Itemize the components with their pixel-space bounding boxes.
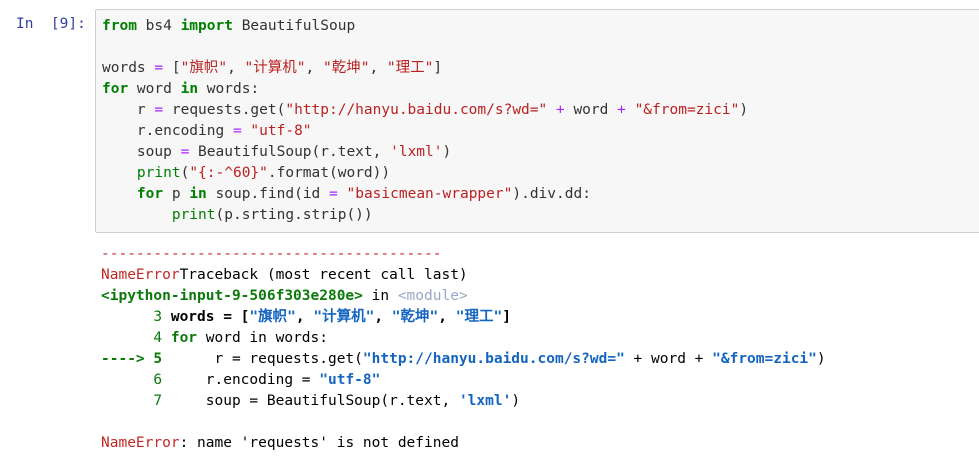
traceback-line-7: 7 soup = BeautifulSoup(r.text, 'lxml') [101, 393, 521, 409]
traceback-line-6: 6 r.encoding = "utf-8" [101, 372, 381, 388]
traceback-line-5-arrow: ----> 5 r = requests.get("http://hanyu.b… [101, 351, 826, 367]
traceback-separator: --------------------------------------- [101, 246, 442, 262]
code-line-7: soup = BeautifulSoup(r.text, 'lxml') [102, 144, 452, 160]
error-output: --------------------------------------- … [101, 244, 826, 454]
traceback-line-3-code: words = ["旗帜", "计算机", "乾坤", "理工"] [170, 309, 511, 325]
traceback-line-3: 3 words = ["旗帜", "计算机", "乾坤", "理工"] [101, 309, 511, 325]
traceback-line-4: 4 for word in words: [101, 330, 328, 346]
traceback-header: NameErrorTraceback (most recent call las… [101, 267, 468, 283]
input-prompt: In [9]: [16, 16, 86, 32]
code-line-6: r.encoding = "utf-8" [102, 123, 312, 139]
code-line-4: for word in words: [102, 81, 260, 97]
code-line-8: print("{:-^60}".format(word)) [136, 165, 391, 181]
code-editor[interactable]: from bs4 import BeautifulSoup words = ["… [102, 16, 748, 226]
code-line-3: words = ["旗帜", "计算机", "乾坤", "理工"] [102, 60, 443, 76]
code-line-5: r = requests.get("http://hanyu.baidu.com… [102, 102, 749, 118]
code-input-area[interactable]: from bs4 import BeautifulSoup words = ["… [95, 9, 979, 233]
notebook-code-cell: In [9]: from bs4 import BeautifulSoup wo… [0, 0, 979, 469]
code-line-9: for p in soup.find(id = "basicmean-wrapp… [136, 186, 591, 202]
code-line-10: print(p.srting.strip()) [171, 207, 373, 223]
error-message: NameError: name 'requests' is not define… [101, 435, 459, 451]
code-line-1: from bs4 import BeautifulSoup [102, 18, 356, 34]
traceback-location: <ipython-input-9-506f303e280e> in <modul… [101, 288, 468, 304]
